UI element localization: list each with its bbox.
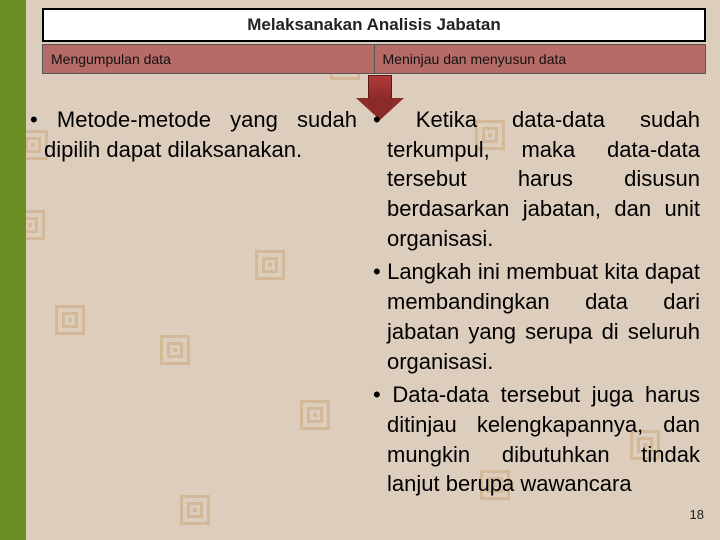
header-left-text: Mengumpulan data [51,51,171,67]
header-left: Mengumpulan data [42,44,375,74]
header-right: Meninjau dan menyusun data [375,44,707,74]
right-column: Ketika data-data sudah terkumpul, maka d… [371,105,714,535]
title-box: Melaksanakan Analisis Jabatan [42,8,706,42]
column-headers: Mengumpulan data Meninjau dan menyusun d… [42,44,706,74]
header-right-text: Meninjau dan menyusun data [383,51,567,67]
content-columns: Metode-metode yang sudah dipilih dapat d… [28,105,714,535]
left-column: Metode-metode yang sudah dipilih dapat d… [28,105,371,535]
page-number: 18 [690,507,704,522]
list-item: Data-data tersebut juga harus ditinjau k… [373,380,700,499]
accent-sidebar [0,0,26,540]
list-item: Ketika data-data sudah terkumpul, maka d… [373,105,700,253]
list-item: Metode-metode yang sudah dipilih dapat d… [30,105,357,164]
slide-title: Melaksanakan Analisis Jabatan [247,15,501,35]
list-item: Langkah ini membuat kita dapat membandin… [373,257,700,376]
